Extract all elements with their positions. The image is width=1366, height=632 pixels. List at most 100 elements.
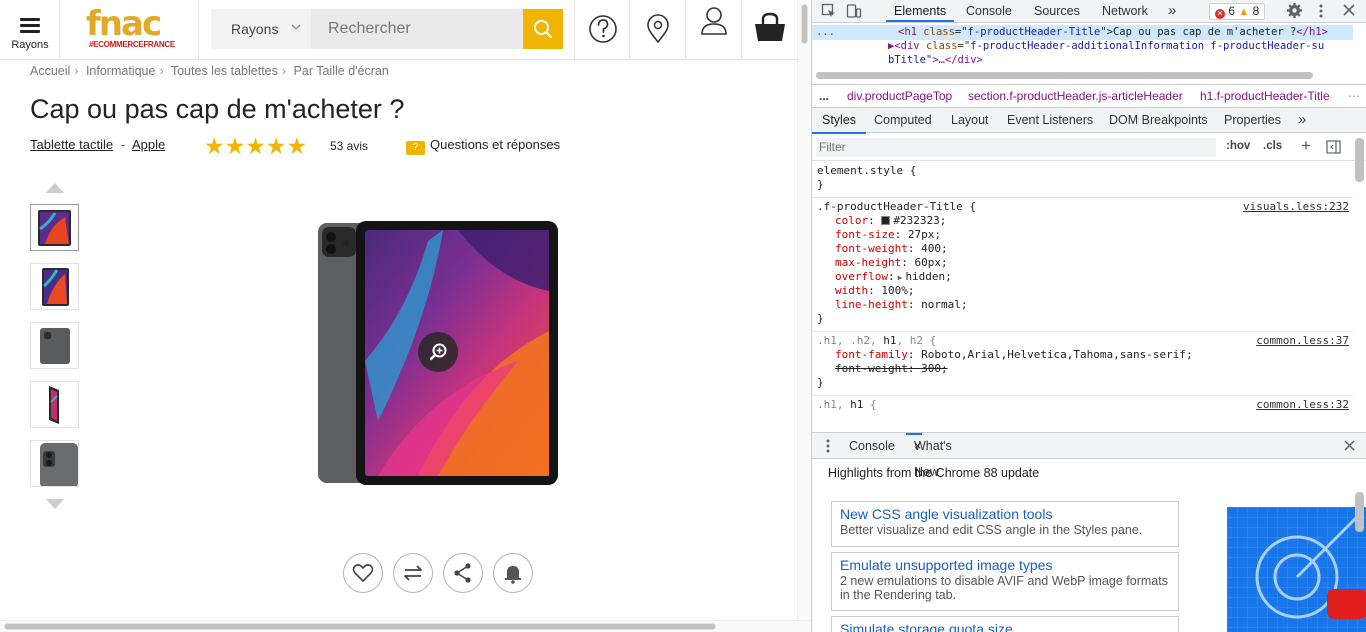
menu-button[interactable]: Rayons [0, 0, 60, 59]
rayons-select[interactable]: Rayons [211, 9, 311, 49]
breadcrumb-item[interactable]: Toutes les tablettes [171, 64, 278, 78]
css-property[interactable]: font-size: 27px; [835, 228, 941, 241]
compare-button[interactable] [393, 553, 433, 593]
close-drawer-icon[interactable] [1343, 439, 1356, 455]
style-rule[interactable]: .h1, h1 { common.less:32 [812, 396, 1353, 418]
dom-horizontal-scrollbar[interactable] [816, 72, 1313, 79]
css-property[interactable]: font-family: Roboto,Arial,Helvetica,Taho… [835, 348, 1193, 361]
issues-counter[interactable]: ✕ 6 ▲ 8 [1209, 3, 1266, 20]
card-title[interactable]: Emulate unsupported image types [840, 557, 1170, 574]
tab-network[interactable]: Network [1102, 0, 1148, 22]
alert-button[interactable] [493, 553, 533, 593]
breadcrumb-node[interactable]: h1.f-productHeader-Title [1200, 85, 1330, 107]
dom-ellipsis[interactable]: ... [816, 26, 835, 38]
settings-gear-icon[interactable] [1286, 2, 1303, 22]
zoom-button[interactable] [418, 332, 458, 372]
style-rule[interactable]: .f-productHeader-Title { visuals.less:23… [812, 198, 1353, 332]
breadcrumb-item[interactable]: Par Taille d'écran [294, 64, 389, 78]
css-property[interactable]: overflow: ▶ hidden; [835, 270, 952, 283]
styles-scrollbar[interactable] [1355, 138, 1364, 182]
dom-node-div-cont[interactable]: bTitle">…</div> [888, 54, 983, 66]
card-title[interactable]: New CSS angle visualization tools [840, 506, 1170, 523]
close-tab-icon[interactable]: × [914, 433, 921, 459]
breadcrumb-node[interactable]: section.f-productHeader.js-articleHeader [968, 85, 1183, 107]
scrollbar-thumb[interactable] [801, 4, 808, 44]
help-button[interactable] [574, 0, 630, 59]
styles-filter-input[interactable] [816, 138, 1216, 157]
drawer-menu-icon[interactable] [826, 439, 830, 456]
breadcrumb-node[interactable]: div.productPageTop [847, 85, 952, 107]
product-thumbnail[interactable] [30, 381, 79, 428]
css-property[interactable]: font-weight: 400; [835, 242, 948, 255]
search-input[interactable] [311, 9, 523, 49]
tab-computed[interactable]: Computed [874, 108, 932, 132]
inspect-element-icon[interactable] [821, 3, 837, 22]
breadcrumb-item[interactable]: Informatique [86, 64, 155, 78]
expand-triangle-icon[interactable]: ▶ [898, 273, 903, 282]
whats-new-video-thumbnail[interactable] [1227, 507, 1366, 632]
css-property[interactable]: color: #232323; [835, 214, 946, 227]
reviews-count[interactable]: 53 avis [330, 139, 368, 153]
brand-link[interactable]: Apple [132, 137, 165, 152]
color-swatch[interactable] [881, 216, 891, 225]
fnac-logo[interactable]: fnac #ECOMMERCEFRANCE [61, 0, 199, 59]
scrollbar-thumb[interactable] [4, 623, 716, 630]
tab-sources[interactable]: Sources [1034, 0, 1080, 22]
rule-source-link[interactable]: visuals.less:232 [1243, 200, 1349, 213]
product-thumbnail[interactable] [30, 204, 79, 251]
whats-new-card[interactable]: New CSS angle visualization tools Better… [831, 501, 1179, 547]
page-vertical-scrollbar[interactable] [797, 0, 811, 620]
device-toolbar-icon[interactable] [846, 3, 862, 22]
style-rule[interactable]: .h1, .h2, h1, h2 { common.less:37 font-f… [812, 332, 1353, 396]
selector-part: { [863, 398, 877, 411]
tab-console[interactable]: Console [966, 0, 1012, 22]
more-styles-tabs-icon[interactable]: » [1298, 108, 1306, 132]
qa-link[interactable]: ? Questions et réponses [406, 137, 560, 155]
tab-dom-breakpoints[interactable]: DOM Breakpoints [1109, 108, 1208, 132]
account-button[interactable] [685, 0, 741, 59]
category-link[interactable]: Tablette tactile [30, 137, 113, 152]
more-tabs-icon[interactable]: » [1168, 0, 1176, 22]
drawer-tab-console[interactable]: Console [849, 433, 895, 459]
rating-stars[interactable]: ★★★★★ [204, 133, 307, 160]
css-property[interactable]: line-height: normal; [835, 298, 967, 311]
product-thumbnail[interactable] [30, 263, 79, 310]
tab-properties[interactable]: Properties [1224, 108, 1281, 132]
site-header: Rayons fnac #ECOMMERCEFRANCE Rayons [0, 0, 797, 60]
store-locator-button[interactable] [629, 0, 685, 59]
css-property[interactable]: width: 100%; [835, 284, 915, 297]
kebab-menu-icon[interactable] [1318, 3, 1324, 22]
search-button[interactable] [523, 9, 563, 49]
thumbs-down-arrow-icon[interactable] [46, 499, 64, 509]
product-thumbnail[interactable] [30, 322, 79, 369]
card-title[interactable]: Simulate storage quota size [840, 621, 1170, 632]
thumbs-up-arrow-icon[interactable] [46, 183, 64, 193]
breadcrumb-more[interactable]: ... [819, 85, 829, 107]
hov-toggle[interactable]: :hov [1226, 140, 1250, 152]
cart-button[interactable] [741, 0, 797, 59]
page-horizontal-scrollbar[interactable] [0, 620, 811, 632]
tab-styles[interactable]: Styles [812, 108, 867, 134]
rule-source-link[interactable]: common.less:32 [1256, 398, 1349, 411]
drawer-tab-whats-new[interactable]: What's New × [906, 433, 952, 479]
computed-sidebar-icon[interactable] [1326, 140, 1341, 157]
tab-layout[interactable]: Layout [951, 108, 989, 132]
close-devtools-icon[interactable] [1342, 3, 1356, 20]
drawer-scrollbar[interactable] [1355, 492, 1364, 532]
css-property[interactable]: max-height: 60px; [835, 256, 948, 269]
breadcrumb-item[interactable]: Accueil [30, 64, 70, 78]
tab-elements[interactable]: Elements [886, 0, 955, 22]
rule-source-link[interactable]: common.less:37 [1256, 334, 1349, 347]
wishlist-button[interactable] [343, 553, 383, 593]
whats-new-card[interactable]: Simulate storage quota size [831, 616, 1179, 632]
dom-node-h1[interactable]: <h1 class="f-productHeader-Title">Cap ou… [898, 26, 1328, 38]
style-rule[interactable]: element.style { } [812, 162, 1353, 198]
share-button[interactable] [443, 553, 483, 593]
cls-toggle[interactable]: .cls [1263, 140, 1282, 152]
css-property-overridden[interactable]: font-weight: 300; [835, 362, 948, 375]
dom-node-div[interactable]: ▶<div class="f-productHeader-additionalI… [888, 40, 1324, 52]
whats-new-card[interactable]: Emulate unsupported image types 2 new em… [831, 552, 1179, 611]
product-thumbnail[interactable] [30, 440, 79, 487]
tab-event-listeners[interactable]: Event Listeners [1007, 108, 1093, 132]
new-style-rule-icon[interactable]: + [1301, 136, 1311, 156]
